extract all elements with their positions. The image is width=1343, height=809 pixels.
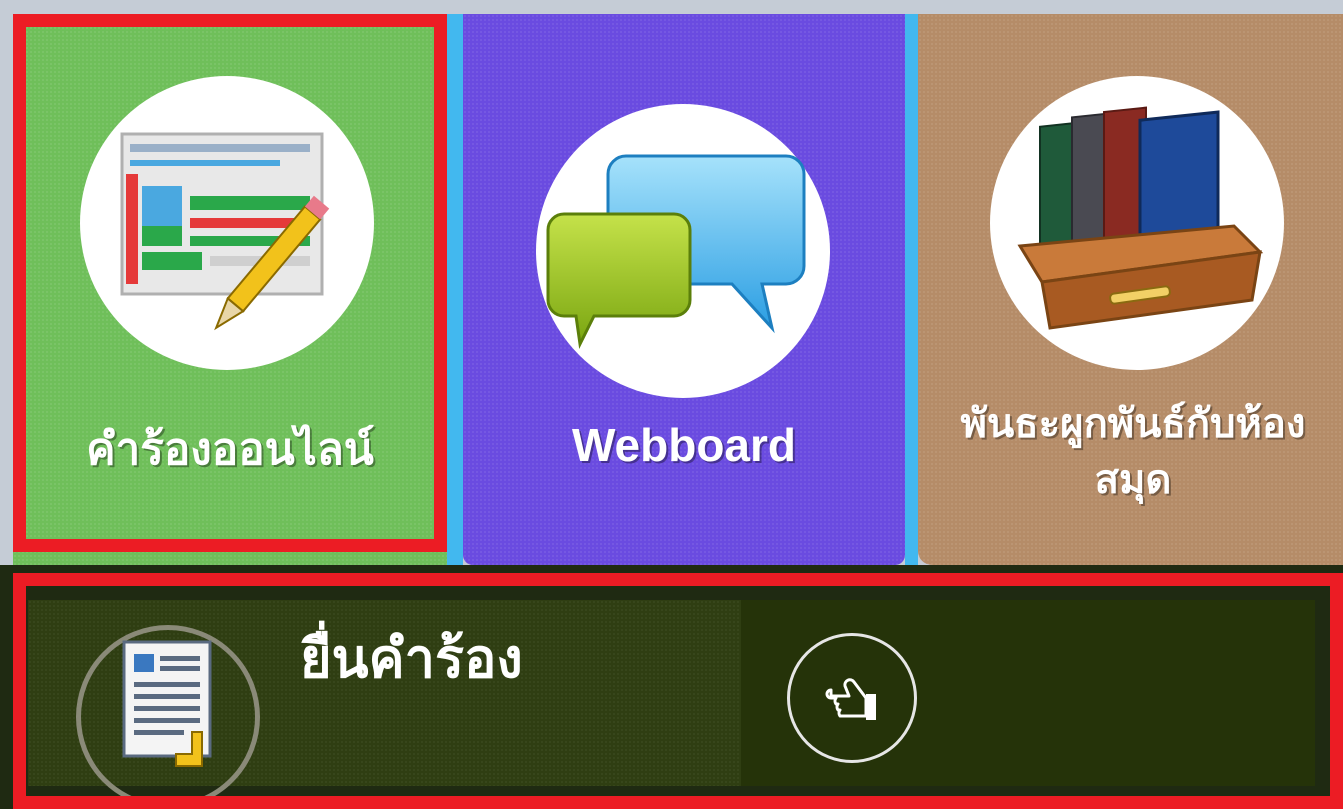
tile-label-library-membership: พันธะผูกพันธ์กับห้องสมุด <box>960 402 1306 502</box>
books-drawer-icon <box>990 76 1284 370</box>
tile-webboard[interactable]: Webboard <box>463 14 905 565</box>
tile-divider <box>447 14 463 565</box>
highlight-frame-panel <box>13 573 1343 809</box>
highlight-frame-tile <box>13 14 447 552</box>
chat-bubbles-icon <box>536 104 830 398</box>
tile-library-membership[interactable]: พันธะผูกพันธ์กับห้องสมุด <box>918 14 1343 565</box>
tile-label-webboard: Webboard <box>571 419 797 471</box>
tile-divider <box>905 14 918 565</box>
